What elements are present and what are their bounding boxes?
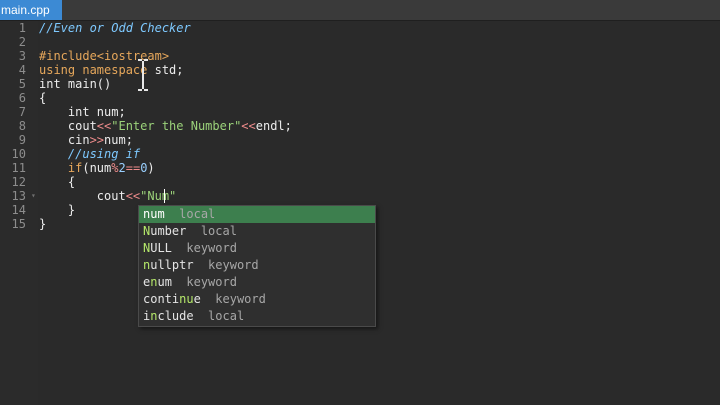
autocomplete-item[interactable]: include local [139, 308, 375, 325]
item-kind: keyword [186, 275, 237, 289]
autocomplete-item[interactable]: NULL keyword [139, 240, 375, 257]
line-number: 11 [11, 161, 26, 175]
code-line-14: } [39, 203, 75, 217]
autocomplete-item[interactable]: nullptr keyword [139, 257, 375, 274]
code-line-4: using namespace std; [39, 63, 184, 77]
code-text: { [39, 91, 47, 105]
item-suffix: umber [150, 224, 187, 238]
code-text: std; [147, 63, 184, 77]
code-line-13: cout<<"Num" [39, 189, 176, 203]
tab-label: main.cpp [1, 3, 50, 17]
item-kind: local [200, 224, 237, 238]
code-line-6: { [39, 91, 46, 105]
autocomplete-item[interactable]: num local [139, 206, 375, 223]
item-suffix: um [157, 275, 172, 289]
line-number: 4 [18, 63, 26, 77]
line-number: 1 [18, 21, 26, 35]
tab-main-cpp[interactable]: main.cpp [0, 0, 62, 20]
code-line-10: //using if [39, 147, 140, 161]
line-number: 10 [11, 147, 26, 161]
code-text: int num; [39, 105, 126, 119]
code-text: cout [39, 189, 126, 203]
line-number: 13 [11, 189, 26, 203]
code-text: cin [39, 133, 90, 147]
operator: << [241, 119, 256, 133]
line-number: 7 [18, 105, 26, 119]
operator: << [96, 119, 112, 133]
line-number: 3 [18, 49, 26, 63]
keyword: if [39, 161, 83, 175]
item-kind: keyword [186, 241, 237, 255]
code-text: ) [147, 161, 155, 175]
line-number: 2 [18, 35, 26, 49]
code-text: cout [39, 119, 97, 133]
line-number: 6 [18, 91, 26, 105]
code-line-5: int main() [39, 77, 111, 91]
item-kind: keyword [215, 292, 266, 306]
text-caret [164, 189, 165, 203]
autocomplete-item[interactable]: enum keyword [139, 274, 375, 291]
code-text: (num [82, 161, 112, 175]
code-line-12: { [39, 175, 75, 189]
autocomplete-popup: num local Number local NULL keyword null… [138, 205, 376, 327]
line-number: 5 [18, 77, 26, 91]
item-suffix: e [193, 292, 201, 306]
line-number: 14 [11, 203, 26, 217]
item-match: num [143, 207, 165, 221]
code-line-15: } [39, 217, 46, 231]
item-kind: local [179, 207, 216, 221]
line-number: 15 [11, 217, 26, 231]
preprocessor: #include<iostream> [39, 49, 170, 63]
code-editor-window: main.cpp 1 2 3 4 5 6 7 8 9 10 11 12 13 1… [0, 0, 720, 405]
item-suffix: ULL [150, 241, 172, 255]
code-text: int main() [39, 77, 112, 91]
tab-bar: main.cpp [0, 0, 720, 21]
string-literal: "Enter the Number" [111, 119, 242, 133]
i-beam-cursor-icon [138, 59, 148, 91]
item-match: nu [179, 292, 194, 306]
code-text: { [39, 175, 76, 189]
code-text: num; [104, 133, 133, 147]
code-text: } [39, 217, 47, 231]
code-line-11: if(num%2==0) [39, 161, 155, 175]
operator: == [125, 161, 141, 175]
line-number: 9 [18, 133, 26, 147]
operator: << [125, 189, 141, 203]
code-line-9: cin>>num; [39, 133, 133, 147]
code-line-3: #include<iostream> [39, 49, 169, 63]
item-suffix: clude [157, 309, 194, 323]
code-text: endl; [255, 119, 292, 133]
code-line-1: //Even or Odd Checker [39, 21, 191, 35]
item-kind: keyword [208, 258, 259, 272]
operator: >> [89, 133, 105, 147]
code-line-7: int num; [39, 105, 126, 119]
item-kind: local [208, 309, 245, 323]
comment: //Even or Odd Checker [39, 21, 191, 35]
item-suffix: ullptr [150, 258, 194, 272]
code-line-8: cout<<"Enter the Number"<<endl; [39, 119, 292, 133]
keyword: using namespace [39, 63, 148, 77]
code-text: } [39, 203, 76, 217]
string-literal: "Num" [140, 189, 177, 203]
line-number-gutter: 1 2 3 4 5 6 7 8 9 10 11 12 13 14 15 ▾ [0, 21, 38, 405]
autocomplete-item[interactable]: continue keyword [139, 291, 375, 308]
line-number: 12 [11, 175, 26, 189]
line-number: 8 [18, 119, 26, 133]
autocomplete-item[interactable]: Number local [139, 223, 375, 240]
operator: % [111, 161, 119, 175]
number-literal: 2 [118, 161, 126, 175]
fold-marker-icon[interactable]: ▾ [31, 189, 36, 203]
item-prefix: conti [143, 292, 180, 306]
comment: //using if [39, 147, 141, 161]
